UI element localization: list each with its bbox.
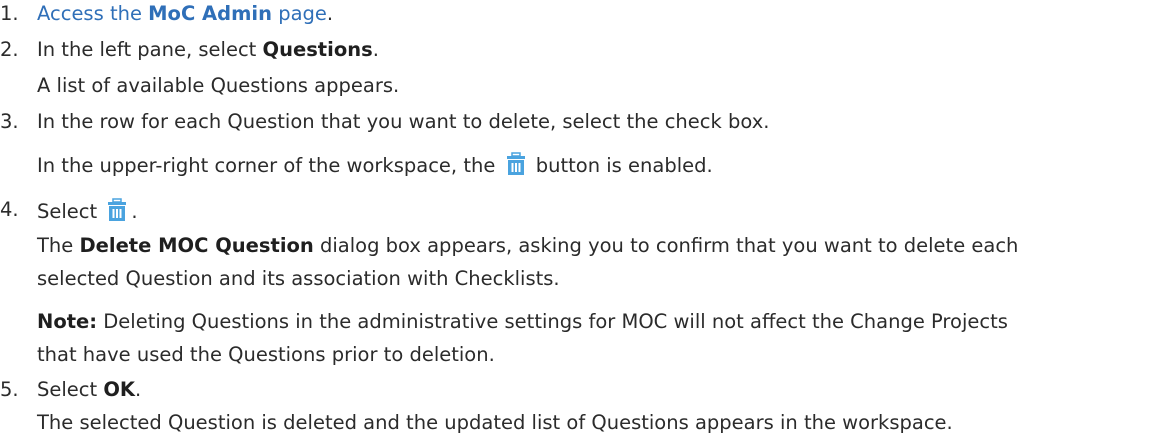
note: Note: Deleting Questions in the administ… (37, 310, 1008, 333)
step-number: 4. (0, 198, 19, 221)
step-result-cont: selected Question and its association wi… (37, 267, 560, 290)
step-number: 1. (0, 2, 19, 25)
step-result: The selected Question is deleted and the… (37, 411, 953, 434)
step-text: Select OK. (37, 378, 142, 401)
step-number: 2. (0, 38, 19, 61)
step-result: In the upper-right corner of the workspa… (37, 152, 713, 181)
step-text: Select . (37, 198, 138, 227)
trash-icon (505, 152, 527, 181)
note-cont: that have used the Questions prior to de… (37, 343, 495, 366)
step-text: Access the MoC Admin page. (37, 2, 334, 25)
step-number: 3. (0, 110, 19, 133)
trash-icon (106, 198, 128, 227)
step-result: A list of available Questions appears. (37, 74, 400, 97)
ok-label: OK (103, 378, 136, 401)
step-text: In the row for each Question that you wa… (37, 110, 770, 133)
note-label: Note: (37, 310, 98, 333)
step-result: The Delete MOC Question dialog box appea… (37, 234, 1019, 257)
dialog-name: Delete MOC Question (79, 234, 314, 257)
moc-admin-link[interactable]: Access the MoC Admin page (37, 2, 327, 25)
step-number: 5. (0, 378, 19, 401)
step-text: In the left pane, select Questions. (37, 38, 379, 61)
questions-label: Questions (262, 38, 373, 61)
